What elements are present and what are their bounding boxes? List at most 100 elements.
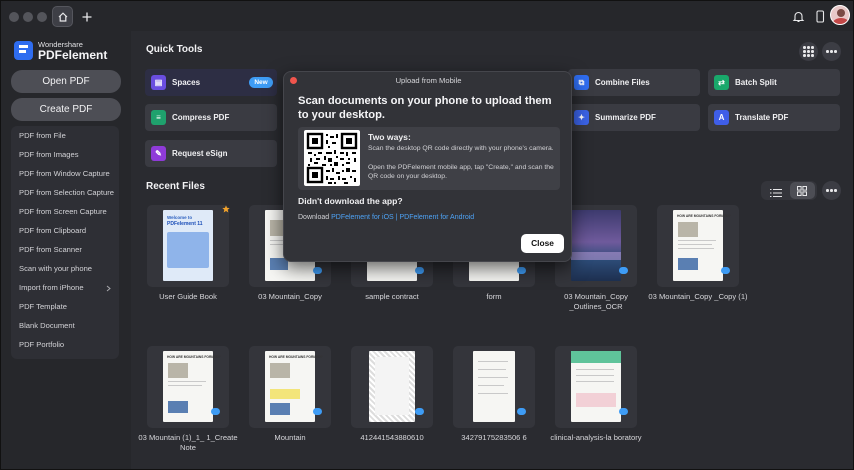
cloud-sync-icon (415, 408, 424, 415)
list-view-button[interactable] (767, 185, 785, 197)
quick-tools-title: Quick Tools (146, 44, 203, 55)
thumb-welcome-text: Welcome to (167, 215, 193, 220)
recent-files-title: Recent Files (146, 181, 205, 192)
new-badge: New (249, 77, 273, 88)
open-pdf-button[interactable]: Open PDF (11, 70, 121, 93)
grid-view-button[interactable] (790, 182, 815, 199)
new-tab-button[interactable] (76, 6, 97, 27)
file-card-mountain[interactable]: HOW ARE MOUNTAINS FORMED? (249, 346, 331, 428)
window-close-control[interactable] (9, 12, 19, 22)
avatar-body (833, 18, 849, 24)
dialog-title: Upload from Mobile (395, 76, 462, 85)
app-window: Wondershare PDFelement Open PDF Create P… (0, 0, 854, 470)
summarize-icon: ✦ (574, 110, 589, 125)
view-toggle (761, 181, 817, 200)
mobile-device-button[interactable] (809, 6, 830, 27)
tool-spaces[interactable]: ▤ Spaces New (145, 69, 277, 96)
cloud-sync-icon (619, 408, 628, 415)
apps-grid-button[interactable] (799, 42, 818, 61)
thumb-product-text: PDFelement 11 (167, 221, 203, 227)
way-one-text: Scan the desktop QR code directly with y… (368, 145, 554, 152)
dialog-heading: Scan documents on your phone to upload t… (298, 95, 552, 121)
file-thumbnail (369, 351, 415, 422)
file-name: 34279175283506 6 (461, 433, 527, 442)
create-pdf-menu: PDF from File PDF from Images PDF from W… (11, 126, 119, 359)
file-thumbnail (571, 210, 621, 281)
cloud-sync-icon (415, 267, 424, 274)
menu-item-window-capture[interactable]: PDF from Window Capture (19, 168, 110, 180)
file-thumbnail (571, 351, 621, 422)
menu-item-pdf-from-images[interactable]: PDF from Images (19, 149, 79, 161)
tool-summarize-pdf[interactable]: ✦ Summarize PDF (568, 104, 700, 131)
brand-large: PDFelement (38, 48, 108, 62)
star-icon (222, 205, 230, 213)
menu-item-pdf-template[interactable]: PDF Template (19, 301, 67, 313)
way-two-text: Open the PDFelement mobile app, tap "Cre… (368, 164, 554, 181)
create-pdf-button[interactable]: Create PDF (11, 98, 121, 121)
file-thumbnail (473, 351, 515, 422)
file-card-clinical-analysis[interactable] (555, 346, 637, 428)
file-thumbnail: HOW ARE MOUNTAINS FORMED? (673, 210, 731, 281)
recent-more-button[interactable] (822, 181, 841, 200)
android-app-link[interactable]: PDFelement for Android (399, 214, 474, 221)
combine-icon: ⧉ (574, 75, 589, 90)
quick-tools-more-button[interactable] (822, 42, 841, 61)
plus-icon (82, 12, 91, 21)
chevron-right-icon (106, 285, 111, 292)
tool-combine-files[interactable]: ⧉ Combine Files (568, 69, 700, 96)
file-name: Mountain (274, 433, 306, 442)
translate-icon: A (714, 110, 729, 125)
thumb-heading-text: HOW ARE MOUNTAINS FORMED? (677, 214, 731, 218)
tool-spaces-label: Spaces (172, 78, 201, 87)
user-avatar[interactable] (830, 5, 850, 25)
file-name: 03 Mountain_Copy _Copy (1) (648, 292, 748, 301)
avatar-head (837, 9, 845, 17)
compress-icon: ≡ (151, 110, 166, 125)
thumb-graphic (167, 232, 209, 268)
window-minimize-control[interactable] (23, 12, 33, 22)
file-card-user-guide-book[interactable]: Welcome to PDFelement 11 (147, 205, 230, 287)
tool-combine-label: Combine Files (595, 78, 650, 87)
ios-app-link[interactable]: PDFelement for iOS (331, 214, 394, 221)
cloud-sync-icon (517, 408, 526, 415)
tool-batch-split[interactable]: ⇄ Batch Split (708, 69, 840, 96)
two-ways-panel: Two ways: Scan the desktop QR code direc… (298, 127, 560, 190)
notifications-button[interactable] (788, 6, 809, 27)
menu-item-scanner[interactable]: PDF from Scanner (19, 244, 82, 256)
cloud-sync-icon (721, 267, 730, 274)
tool-compress-label: Compress PDF (172, 113, 230, 122)
tool-translate-label: Translate PDF (735, 113, 789, 122)
menu-item-clipboard[interactable]: PDF from Clipboard (19, 225, 86, 237)
cloud-sync-icon (517, 267, 526, 274)
file-name: sample contract (365, 292, 419, 301)
file-card-create-note[interactable]: HOW ARE MOUNTAINS FORMED? (147, 346, 229, 428)
file-name: User Guide Book (159, 292, 217, 301)
file-card-mountain-copy-1[interactable]: HOW ARE MOUNTAINS FORMED? (657, 205, 739, 287)
two-ways-title: Two ways: (368, 132, 411, 142)
menu-item-scan-with-phone[interactable]: Scan with your phone (19, 263, 92, 275)
window-zoom-control[interactable] (37, 12, 47, 22)
link-separator: | (395, 214, 398, 221)
qr-code-icon (304, 130, 360, 186)
tool-translate-pdf[interactable]: A Translate PDF (708, 104, 840, 131)
cloud-sync-icon (313, 408, 322, 415)
file-card-receipt-412441543880610[interactable] (351, 346, 433, 428)
esign-icon: ✎ (151, 146, 166, 161)
no-app-title: Didn't download the app? (298, 196, 403, 206)
menu-item-import-iphone[interactable]: Import from iPhone (19, 282, 84, 294)
home-button[interactable] (52, 6, 73, 27)
file-name: 03 Mountain_Copy (258, 292, 322, 301)
file-thumbnail: HOW ARE MOUNTAINS FORMED? (265, 351, 323, 422)
menu-item-screen-capture[interactable]: PDF from Screen Capture (19, 206, 107, 218)
menu-item-blank-document[interactable]: Blank Document (19, 320, 75, 332)
file-card-receipt-342791752835066[interactable] (453, 346, 535, 428)
upload-from-mobile-dialog: Upload from Mobile Scan documents on you… (283, 71, 572, 262)
menu-item-pdf-portfolio[interactable]: PDF Portfolio (19, 339, 64, 351)
close-button[interactable]: Close (521, 234, 564, 253)
tool-compress-pdf[interactable]: ≡ Compress PDF (145, 104, 277, 131)
tool-request-esign[interactable]: ✎ Request eSign (145, 140, 277, 167)
menu-item-selection-capture[interactable]: PDF from Selection Capture (19, 187, 114, 199)
menu-item-pdf-from-file[interactable]: PDF from File (19, 130, 66, 142)
file-name: form (486, 292, 502, 301)
file-name: clinical-analysis-la boratory (550, 433, 642, 442)
